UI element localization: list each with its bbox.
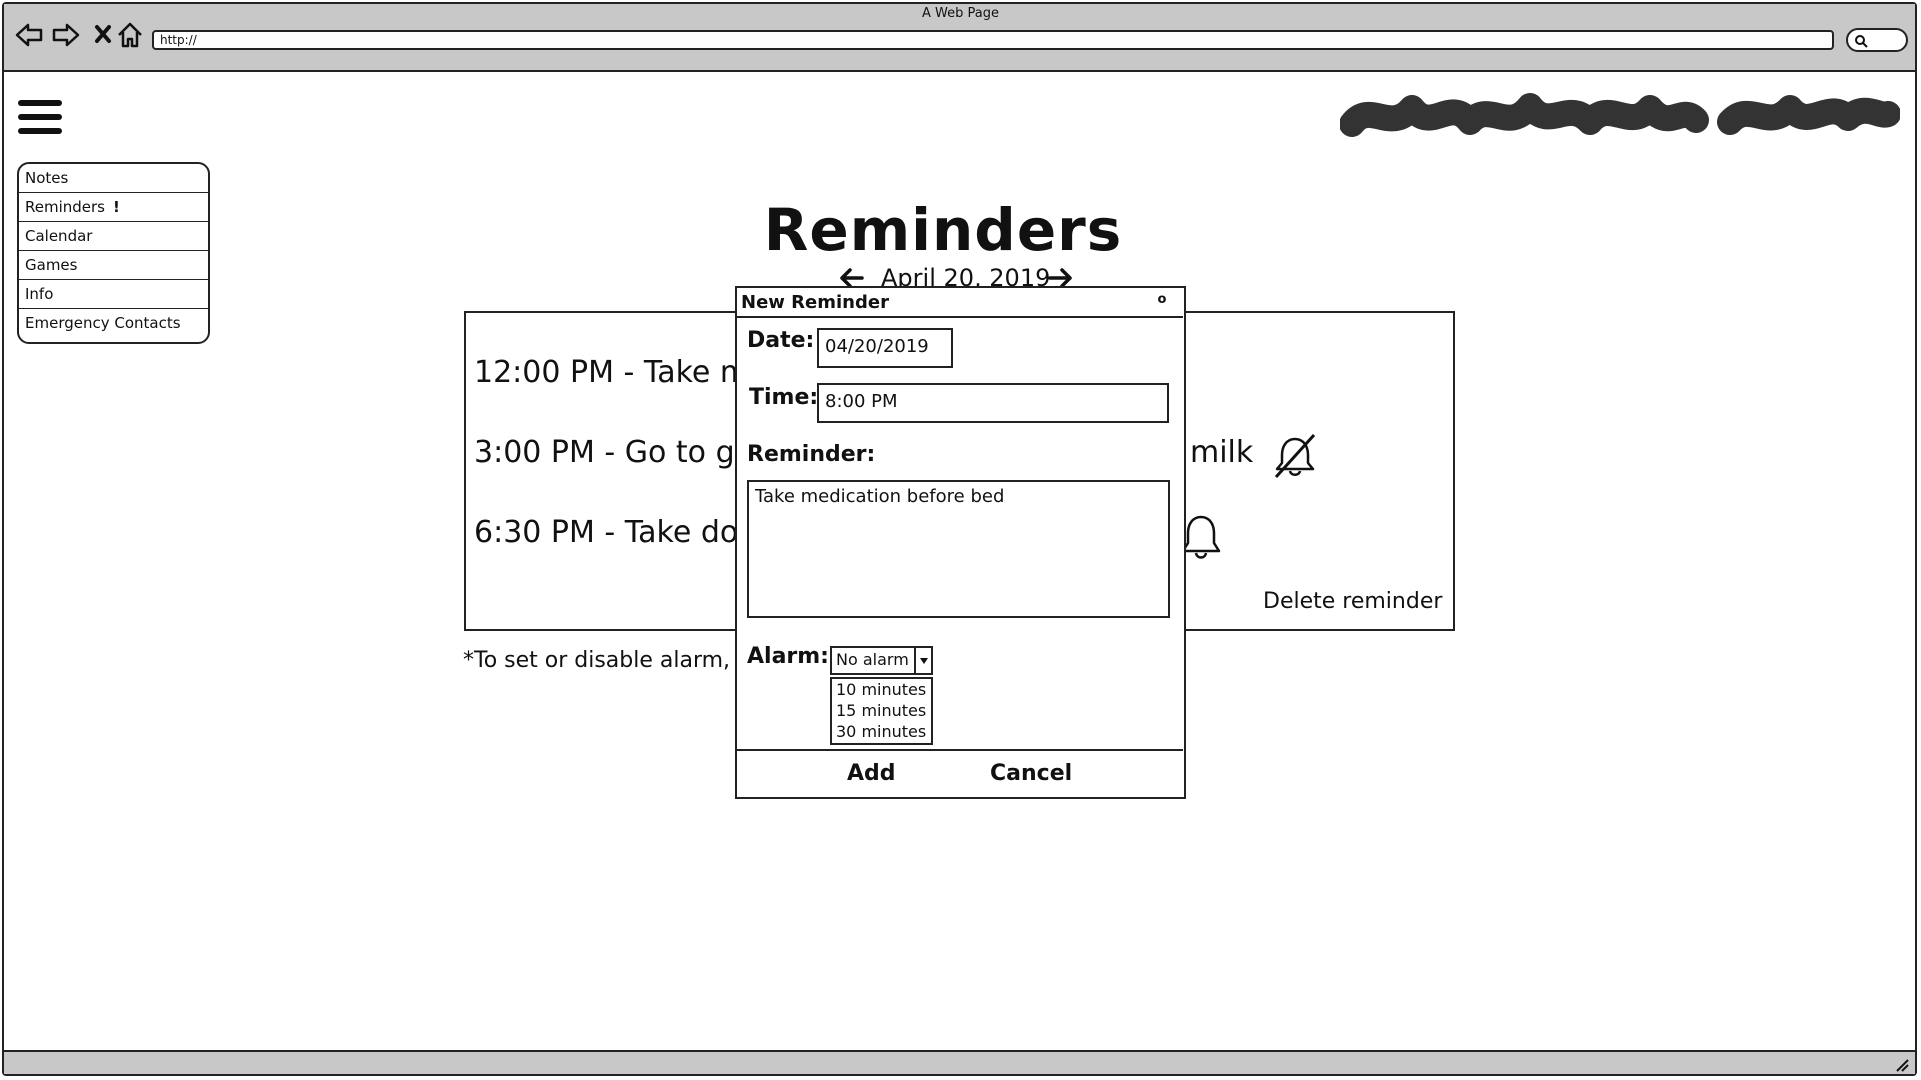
alarm-select[interactable]: No alarm (830, 646, 933, 675)
back-button[interactable] (14, 20, 44, 50)
forward-button[interactable] (51, 20, 81, 50)
menu-item-emergency-contacts[interactable]: Emergency Contacts (19, 309, 208, 338)
time-label: Time: (749, 385, 819, 410)
logo-scribble (1340, 93, 1900, 137)
reminder-item-continued: milk (1190, 435, 1254, 470)
alarm-option[interactable]: 10 minutes (832, 679, 931, 700)
reminder-item[interactable]: 12:00 PM - Take m (474, 355, 749, 390)
dialog-footer: Add Cancel (737, 749, 1183, 799)
alarm-option[interactable]: 15 minutes (832, 700, 931, 721)
stop-button[interactable] (88, 20, 118, 50)
forward-arrow-icon (52, 23, 80, 47)
dialog-close-button[interactable]: o (1155, 292, 1169, 307)
hamburger-menu-icon[interactable] (18, 100, 62, 140)
date-field[interactable]: 04/20/2019 (817, 328, 953, 368)
add-button[interactable]: Add (847, 761, 896, 786)
window-title: A Web Page (922, 6, 999, 21)
home-button[interactable] (115, 20, 145, 50)
resize-grip-icon[interactable] (1893, 1056, 1909, 1072)
reminder-item[interactable]: 6:30 PM - Take do (474, 515, 738, 550)
bell-off-icon[interactable] (1270, 431, 1320, 481)
back-arrow-icon (15, 23, 43, 47)
alarm-footnote: *To set or disable alarm, (463, 648, 731, 673)
alarm-options-list: 10 minutes 15 minutes 30 minutes (830, 677, 933, 745)
status-bar (4, 1050, 1915, 1074)
dialog-title: New Reminder (741, 292, 889, 313)
reminder-item[interactable]: 3:00 PM - Go to gr (474, 435, 747, 470)
menu-item-info[interactable]: Info (19, 280, 208, 309)
date-label: Date: (747, 328, 815, 353)
home-icon (118, 22, 142, 48)
cancel-button[interactable]: Cancel (990, 761, 1072, 786)
browser-search-box[interactable] (1846, 28, 1908, 52)
close-x-icon (95, 25, 111, 43)
search-icon (1855, 35, 1868, 48)
menu-item-label: Emergency Contacts (25, 314, 181, 332)
alarm-label: Alarm: (747, 644, 829, 669)
new-reminder-dialog: New Reminder o Date: 04/20/2019 Time: 8:… (735, 286, 1186, 799)
dialog-header: New Reminder o (737, 288, 1183, 318)
delete-reminder-link[interactable]: Delete reminder (1263, 589, 1442, 614)
time-field[interactable]: 8:00 PM (817, 383, 1169, 423)
alarm-dropdown-button[interactable] (914, 648, 931, 673)
chevron-down-icon (920, 658, 928, 664)
reminder-label: Reminder: (747, 442, 876, 467)
menu-item-label: Info (25, 285, 54, 303)
alarm-option[interactable]: 30 minutes (832, 721, 931, 742)
reminder-textarea[interactable]: Take medication before bed (747, 480, 1170, 618)
menu-item-notes[interactable]: Notes (19, 164, 208, 193)
alarm-selected-value: No alarm (836, 650, 909, 669)
address-bar[interactable]: http:// (152, 30, 1834, 50)
menu-item-label: Notes (25, 169, 69, 187)
page-title: Reminders (763, 196, 1123, 264)
